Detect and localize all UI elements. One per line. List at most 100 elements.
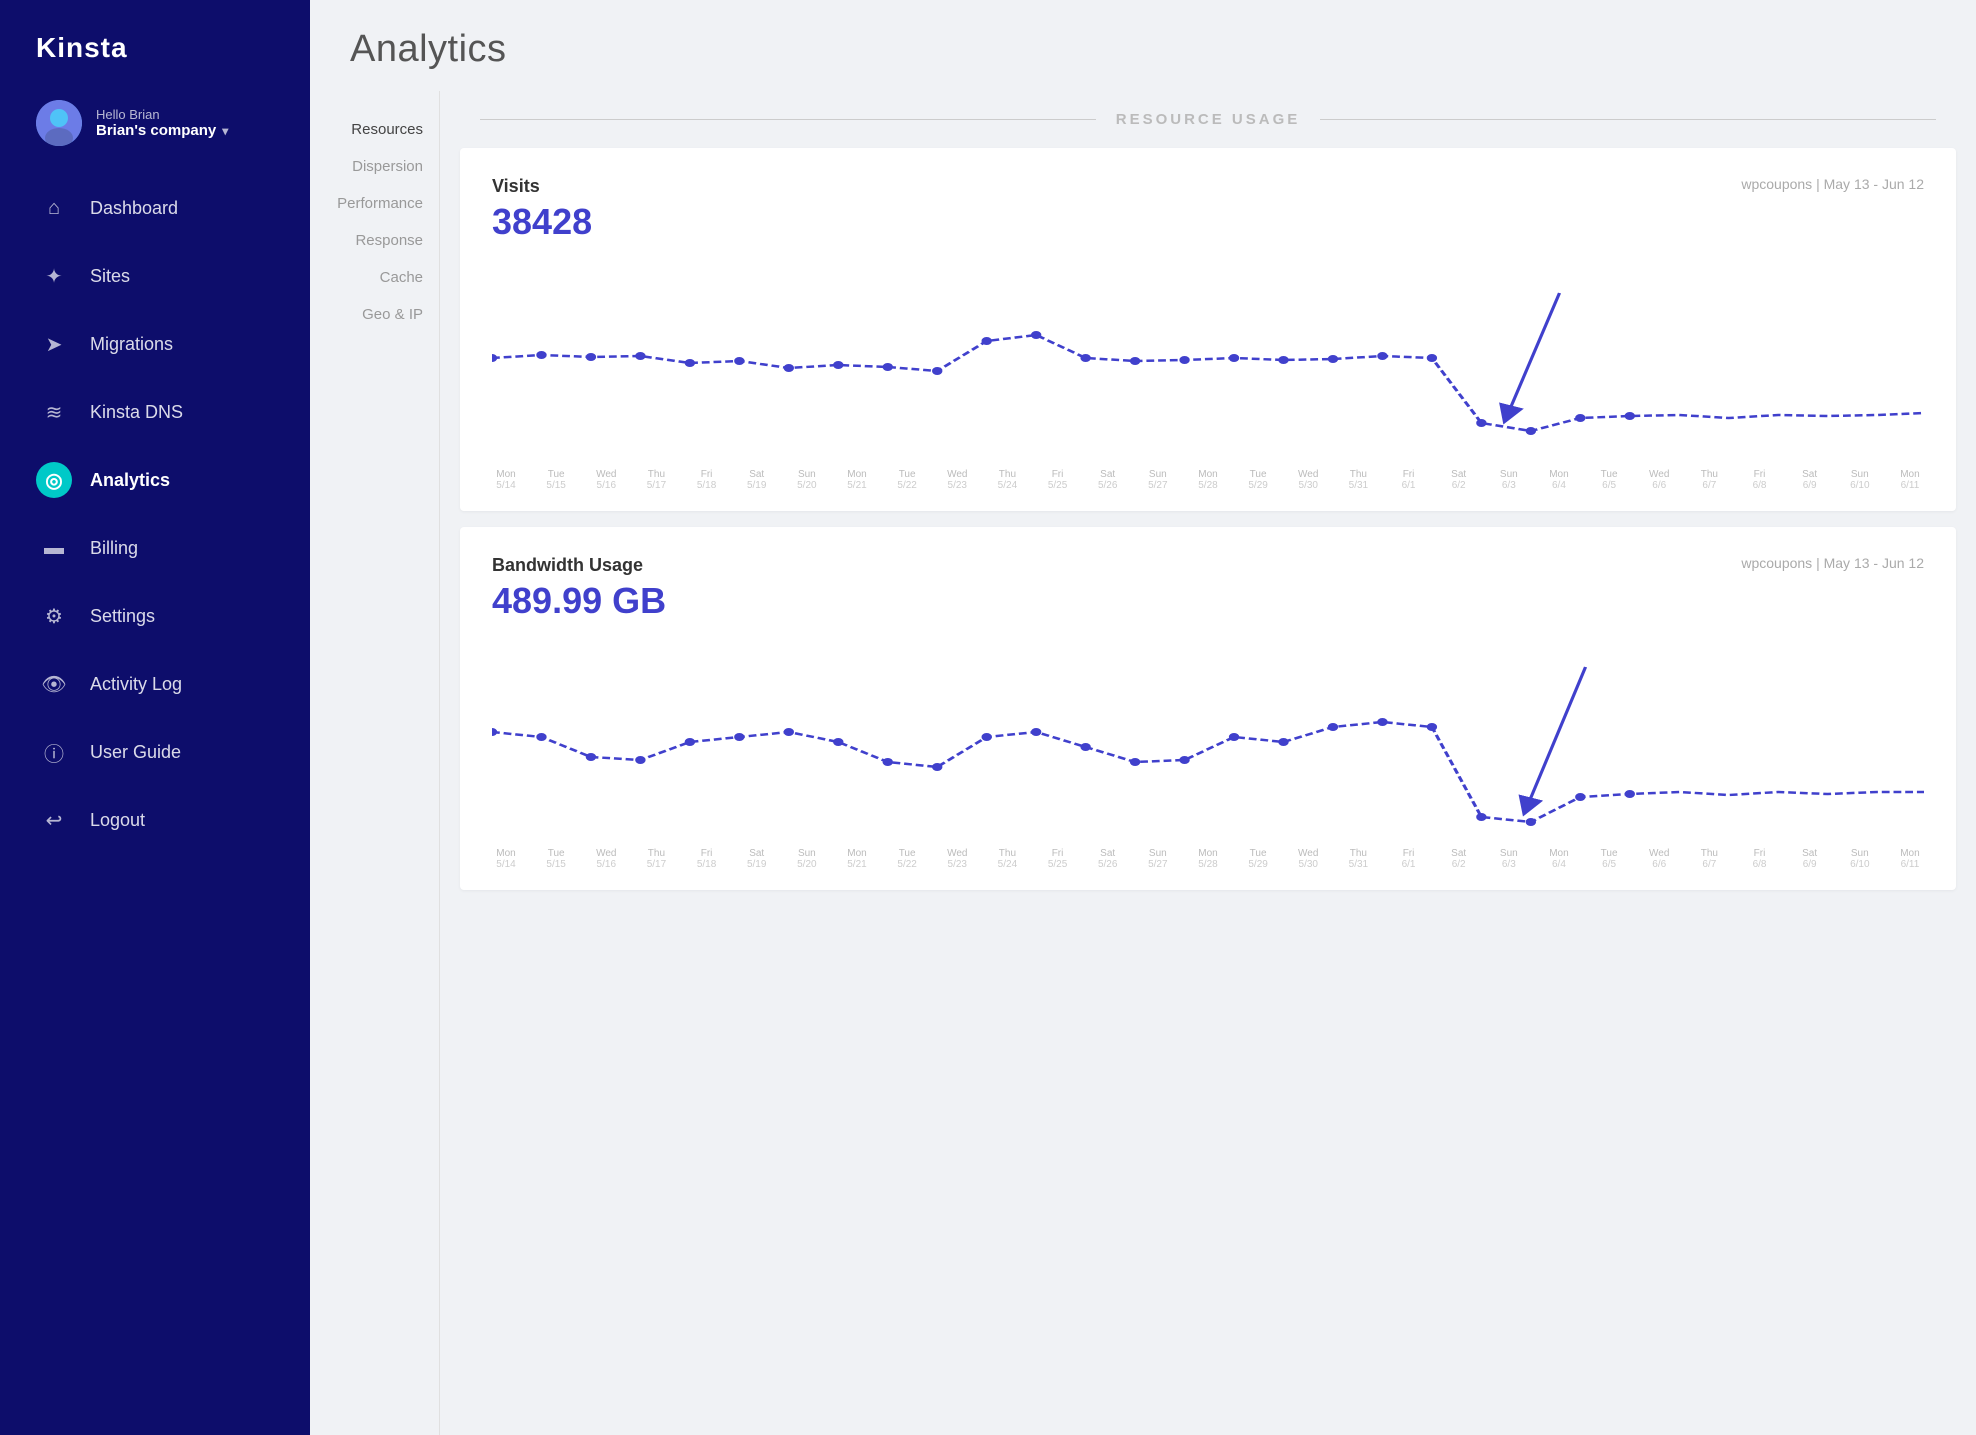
label-item: Sun6/3 (1495, 469, 1523, 491)
label-item: Mon6/11 (1896, 469, 1924, 491)
main-content: Analytics Resources Dispersion Performan… (310, 0, 1976, 1435)
resource-usage-label: RESOURCE USAGE (1096, 111, 1321, 128)
label-item: Fri5/25 (1044, 469, 1072, 491)
bandwidth-chart-value: 489.99 GB (492, 580, 1924, 622)
user-info[interactable]: Hello Brian Brian's company ▾ (0, 92, 310, 174)
label-item: Sat5/26 (1094, 848, 1122, 870)
label-item: Sat6/9 (1796, 469, 1824, 491)
label-item: Sun6/10 (1846, 848, 1874, 870)
sidebar-item-billing[interactable]: ▬ Billing (0, 514, 310, 582)
label-item: Sat5/26 (1094, 469, 1122, 491)
label-item: Mon6/4 (1545, 848, 1573, 870)
dashboard-icon-wrapper: ⌂ (36, 190, 72, 226)
sidebar-item-settings[interactable]: ⚙ Settings (0, 582, 310, 650)
main-nav: ⌂ Dashboard ✦ Sites ➤ Migrations ≋ Kinst… (0, 174, 310, 854)
visits-chart-title: Visits (492, 176, 540, 197)
label-item: Sun5/20 (793, 469, 821, 491)
label-item: Sun5/27 (1144, 469, 1172, 491)
label-item: Fri6/1 (1395, 469, 1423, 491)
sidebar-item-user-guide[interactable]: ⓘ User Guide (0, 718, 310, 786)
label-item: Mon6/4 (1545, 469, 1573, 491)
analytics-icon-wrapper: ◎ (36, 462, 72, 498)
chevron-down-icon: ▾ (222, 124, 228, 138)
label-item: Tue5/29 (1244, 848, 1272, 870)
analytics-icon: ◎ (45, 468, 62, 493)
label-item: Sun6/10 (1846, 469, 1874, 491)
sub-nav-item-response[interactable]: Response (310, 222, 439, 259)
billing-icon-wrapper: ▬ (36, 530, 72, 566)
sidebar-item-activity-log[interactable]: 👁 Activity Log (0, 650, 310, 718)
activity-log-icon-wrapper: 👁 (36, 666, 72, 702)
label-item: Sun6/3 (1495, 848, 1523, 870)
settings-icon-wrapper: ⚙ (36, 598, 72, 634)
header-line-left (480, 119, 1096, 120)
bandwidth-chart-labels: Mon5/14 Tue5/15 Wed5/16 Thu5/17 Fri5/18 … (492, 848, 1924, 870)
label-item: Mon5/14 (492, 848, 520, 870)
label-item: Sat6/9 (1796, 848, 1824, 870)
bandwidth-chart-card: Bandwidth Usage wpcoupons | May 13 - Jun… (460, 527, 1956, 890)
label-item: Mon5/28 (1194, 469, 1222, 491)
label-item: Thu5/31 (1344, 848, 1372, 870)
label-item: Sun5/27 (1144, 848, 1172, 870)
sidebar: Kinsta Hello Brian Brian's company ▾ ⌂ D… (0, 0, 310, 1435)
label-item: Fri5/18 (693, 469, 721, 491)
label-item: Fri5/18 (693, 848, 721, 870)
page-title: Analytics (350, 28, 1936, 71)
sub-nav: Resources Dispersion Performance Respons… (310, 91, 440, 1435)
billing-icon: ▬ (44, 537, 64, 560)
sidebar-item-kinsta-dns[interactable]: ≋ Kinsta DNS (0, 378, 310, 446)
sub-nav-item-dispersion[interactable]: Dispersion (310, 148, 439, 185)
dashboard-icon: ⌂ (48, 197, 60, 220)
bandwidth-chart-header: Bandwidth Usage wpcoupons | May 13 - Jun… (492, 555, 1924, 576)
label-item: Tue5/29 (1244, 469, 1272, 491)
sidebar-item-migrations[interactable]: ➤ Migrations (0, 310, 310, 378)
sub-nav-item-cache[interactable]: Cache (310, 259, 439, 296)
label-item: Tue6/5 (1595, 469, 1623, 491)
label-item: Thu6/7 (1695, 469, 1723, 491)
user-text: Hello Brian Brian's company ▾ (96, 107, 274, 139)
kinsta-dns-icon: ≋ (46, 400, 63, 425)
sub-nav-item-geo-ip[interactable]: Geo & IP (310, 296, 439, 333)
sidebar-item-dashboard[interactable]: ⌂ Dashboard (0, 174, 310, 242)
label-item: Fri6/1 (1395, 848, 1423, 870)
label-item: Tue5/15 (542, 469, 570, 491)
label-item: Fri5/25 (1044, 848, 1072, 870)
settings-icon: ⚙ (45, 604, 63, 629)
visits-chart-card: Visits wpcoupons | May 13 - Jun 12 38428… (460, 148, 1956, 511)
migrations-icon-wrapper: ➤ (36, 326, 72, 362)
user-guide-icon-wrapper: ⓘ (36, 734, 72, 770)
logout-icon-wrapper: ↩ (36, 802, 72, 838)
bandwidth-chart-title: Bandwidth Usage (492, 555, 643, 576)
label-item: Wed5/23 (943, 469, 971, 491)
user-company[interactable]: Brian's company ▾ (96, 122, 274, 139)
kinsta-dns-icon-wrapper: ≋ (36, 394, 72, 430)
visits-chart-container: .chart-line { fill: none; stroke: #4040c… (492, 263, 1924, 463)
label-item: Tue5/15 (542, 848, 570, 870)
label-item: Mon5/21 (843, 469, 871, 491)
sidebar-item-sites[interactable]: ✦ Sites (0, 242, 310, 310)
user-guide-icon: ⓘ (44, 738, 64, 767)
label-item: Tue5/22 (893, 469, 921, 491)
label-item: Mon5/21 (843, 848, 871, 870)
label-item: Sun5/20 (793, 848, 821, 870)
sub-nav-item-resources[interactable]: Resources (310, 111, 439, 148)
label-item: Wed5/30 (1294, 469, 1322, 491)
content-area: Resources Dispersion Performance Respons… (310, 91, 1976, 1435)
label-item: Tue6/5 (1595, 848, 1623, 870)
visits-chart-svg: .chart-line { fill: none; stroke: #4040c… (492, 263, 1924, 463)
user-hello: Hello Brian (96, 107, 274, 122)
sites-icon: ✦ (46, 264, 63, 289)
logo: Kinsta (0, 0, 310, 92)
label-item: Wed5/23 (943, 848, 971, 870)
charts-area: RESOURCE USAGE Visits wpcoupons | May 13… (440, 91, 1976, 1435)
activity-log-icon: 👁 (41, 672, 66, 697)
bandwidth-chart-svg (492, 642, 1924, 842)
label-item: Fri6/8 (1746, 469, 1774, 491)
label-item: Tue5/22 (893, 848, 921, 870)
label-item: Wed6/6 (1645, 848, 1673, 870)
sidebar-item-analytics[interactable]: ◎ Analytics (0, 446, 310, 514)
page-header: Analytics (310, 0, 1976, 91)
sidebar-item-logout[interactable]: ↩ Logout (0, 786, 310, 854)
sub-nav-item-performance[interactable]: Performance (310, 185, 439, 222)
visits-chart-header: Visits wpcoupons | May 13 - Jun 12 (492, 176, 1924, 197)
